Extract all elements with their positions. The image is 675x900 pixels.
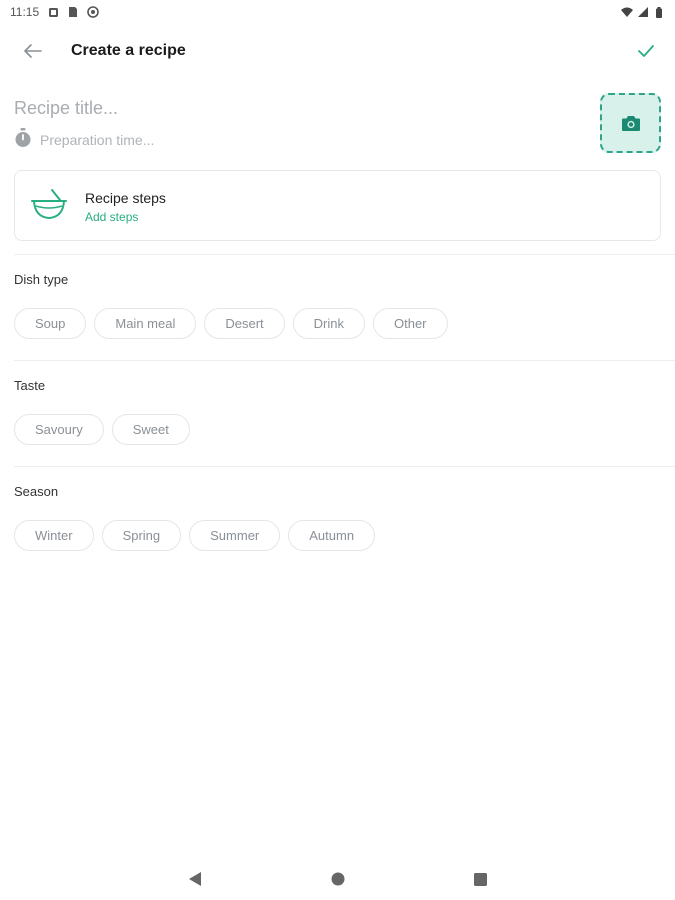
nav-recents-button[interactable]: [467, 866, 493, 892]
divider: [14, 466, 675, 467]
status-left: 11:15: [10, 5, 99, 19]
season-chips: Winter Spring Summer Autumn: [14, 520, 376, 551]
app-bar: Create a recipe: [0, 28, 675, 74]
signal-icon: [637, 6, 649, 18]
arrow-left-icon: [24, 44, 42, 58]
status-bar: 11:15: [0, 0, 675, 24]
chip-summer[interactable]: Summer: [189, 520, 281, 551]
taste-label: Taste: [14, 378, 46, 393]
preparation-time-input[interactable]: [40, 132, 440, 148]
chip-sweet[interactable]: Sweet: [111, 414, 190, 445]
chip-savoury[interactable]: Savoury: [14, 414, 104, 445]
divider: [14, 360, 675, 361]
chip-spring[interactable]: Spring: [101, 520, 182, 551]
divider: [14, 254, 675, 255]
sim-icon: [67, 6, 79, 18]
check-icon: [638, 45, 654, 57]
nav-back-button[interactable]: [182, 866, 208, 892]
stopwatch-icon: [14, 127, 32, 153]
save-recipe-button[interactable]: [631, 36, 661, 66]
battery-icon: [653, 6, 665, 18]
chip-main-meal[interactable]: Main meal: [94, 308, 197, 339]
back-button[interactable]: [18, 36, 48, 66]
status-time: 11:15: [10, 5, 40, 19]
status-right: [621, 6, 665, 18]
camera-icon: [621, 115, 640, 131]
bowl-icon: [31, 189, 67, 220]
chip-drink[interactable]: Drink: [292, 308, 365, 339]
dish-type-chips: Soup Main meal Desert Drink Other: [14, 308, 448, 339]
chip-other[interactable]: Other: [372, 308, 448, 339]
dish-type-label: Dish type: [14, 272, 69, 287]
chip-soup[interactable]: Soup: [14, 308, 87, 339]
chip-autumn[interactable]: Autumn: [288, 520, 376, 551]
recipe-steps-title: Recipe steps: [85, 190, 166, 206]
sync-icon: [87, 6, 99, 18]
nav-home-button[interactable]: [325, 866, 351, 892]
back-triangle-icon: [189, 872, 201, 886]
home-circle-icon: [331, 872, 345, 886]
chip-winter[interactable]: Winter: [14, 520, 94, 551]
system-nav-bar: [0, 858, 675, 900]
recipe-title-input[interactable]: [14, 94, 574, 122]
season-label: Season: [14, 484, 59, 499]
page-title: Create a recipe: [71, 42, 186, 59]
recents-square-icon: [473, 872, 487, 886]
add-steps-link[interactable]: Add steps: [85, 210, 138, 224]
add-photo-button[interactable]: [600, 93, 661, 153]
preparation-time-row: [14, 127, 574, 153]
taste-chips: Savoury Sweet: [14, 414, 190, 445]
chip-desert[interactable]: Desert: [204, 308, 285, 339]
recipe-steps-card[interactable]: Recipe steps Add steps: [14, 170, 661, 241]
wifi-icon: [621, 6, 633, 18]
notification-icon: [47, 6, 59, 18]
